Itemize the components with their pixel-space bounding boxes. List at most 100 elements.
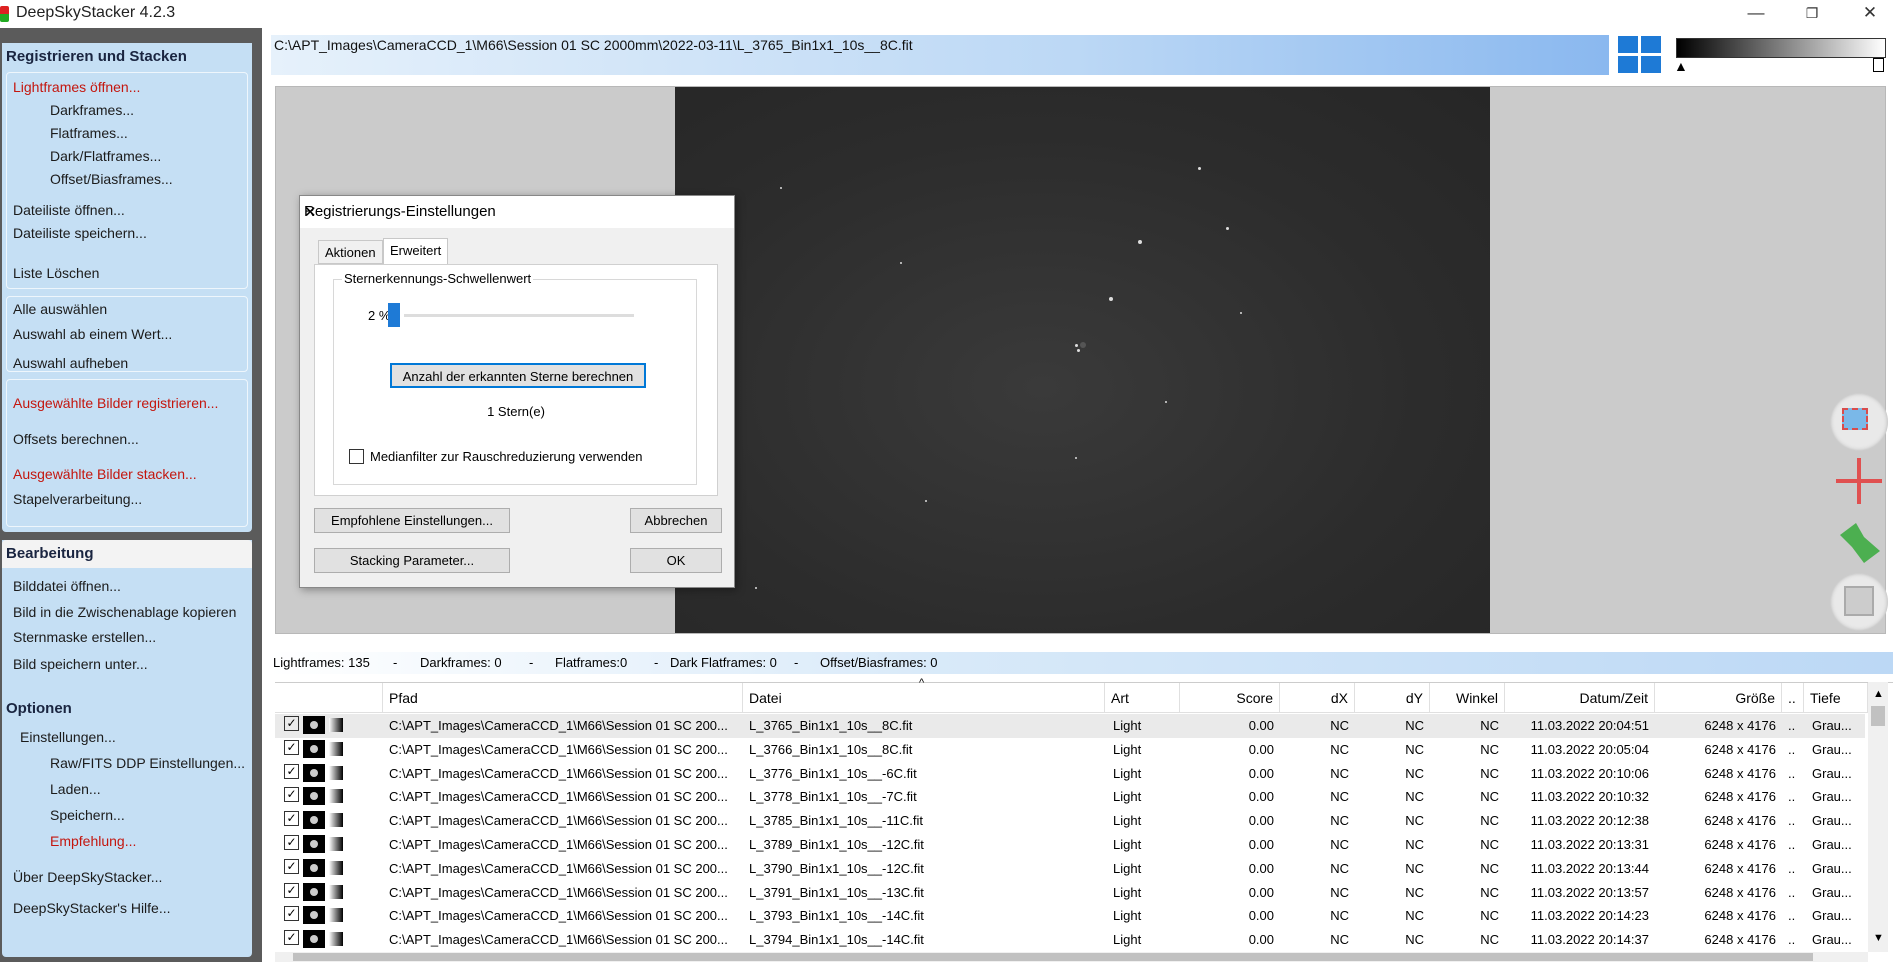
clear-list-link[interactable]: Liste Löschen xyxy=(13,265,99,281)
darkflatframes-link[interactable]: Dark/Flatframes... xyxy=(50,148,161,164)
header-type[interactable]: Art xyxy=(1105,683,1180,713)
ok-button[interactable]: OK xyxy=(630,548,722,573)
cell-angle: NC xyxy=(1480,789,1499,805)
recommended-settings-button[interactable]: Empfohlene Einstellungen... xyxy=(314,508,510,533)
gradient-left-handle-icon[interactable]: ▲ xyxy=(1674,58,1688,74)
gray-depth-icon xyxy=(329,718,343,732)
histogram-gradient-slider[interactable] xyxy=(1676,38,1886,58)
table-row[interactable]: ✓ C:\APT_Images\CameraCCD_1\M66\Session 0… xyxy=(275,738,1865,762)
header-depth[interactable]: Tiefe xyxy=(1804,683,1868,713)
vertical-scrollbar[interactable]: ▲ ▼ xyxy=(1868,682,1888,952)
table-row[interactable]: ✓ C:\APT_Images\CameraCCD_1\M66\Session 0… xyxy=(275,928,1865,952)
header-dx[interactable]: dX xyxy=(1280,683,1355,713)
cell-type: Light xyxy=(1113,884,1142,900)
threshold-slider-thumb[interactable] xyxy=(388,303,400,327)
table-row[interactable]: ✓ C:\APT_Images\CameraCCD_1\M66\Session 0… xyxy=(275,857,1865,881)
row-checkbox[interactable]: ✓ xyxy=(284,930,299,946)
stack-selected-link[interactable]: Ausgewählte Bilder stacken... xyxy=(13,466,197,482)
batch-processing-link[interactable]: Stapelverarbeitung... xyxy=(13,491,142,507)
row-checkbox[interactable]: ✓ xyxy=(284,835,299,850)
frame-thumbnail-icon xyxy=(303,716,325,734)
cell-type: Light xyxy=(1113,789,1142,805)
header-score[interactable]: Score xyxy=(1180,683,1280,713)
cell-type: Light xyxy=(1113,765,1142,781)
about-link[interactable]: Über DeepSkyStacker... xyxy=(13,869,162,885)
raw-fits-settings-link[interactable]: Raw/FITS DDP Einstellungen... xyxy=(50,755,245,771)
cancel-button[interactable]: Abbrechen xyxy=(630,508,722,533)
register-selected-link[interactable]: Ausgewählte Bilder registrieren... xyxy=(13,395,218,411)
stacking-parameters-button[interactable]: Stacking Parameter... xyxy=(314,548,510,573)
restore-button[interactable]: ❐ xyxy=(1789,0,1835,28)
tab-advanced[interactable]: Erweitert xyxy=(383,238,449,266)
cell-file: L_3765_Bin1x1_10s__8C.fit xyxy=(749,718,913,733)
save-filelist-link[interactable]: Dateiliste speichern... xyxy=(13,225,147,241)
app-icon xyxy=(0,6,9,22)
table-row[interactable]: ✓ C:\APT_Images\CameraCCD_1\M66\Session 0… xyxy=(275,809,1865,833)
cell-depth: Grau... xyxy=(1812,741,1852,757)
cell-size: 6248 x 4176 xyxy=(1704,908,1776,924)
row-checkbox[interactable]: ✓ xyxy=(284,882,299,898)
star-mask-link[interactable]: Sternmaske erstellen... xyxy=(13,629,156,645)
darkframes-link[interactable]: Darkframes... xyxy=(50,102,134,118)
star-edit-icon[interactable] xyxy=(1830,452,1888,510)
table-row[interactable]: ✓ C:\APT_Images\CameraCCD_1\M66\Session 0… xyxy=(275,904,1865,928)
close-window-button[interactable]: ✕ xyxy=(1847,0,1893,28)
minimize-button[interactable]: — xyxy=(1733,0,1779,28)
header-datetime[interactable]: Datum/Zeit xyxy=(1505,683,1655,713)
row-checkbox[interactable]: ✓ xyxy=(284,787,299,803)
gradient-right-handle-icon[interactable] xyxy=(1873,58,1884,72)
frame-list-table: Pfad Datei Art Score dX dY Winkel Datum/… xyxy=(275,677,1893,952)
flatframes-link[interactable]: Flatframes... xyxy=(50,125,128,141)
offsetframes-link[interactable]: Offset/Biasframes... xyxy=(50,171,173,187)
table-row[interactable]: ✓ C:\APT_Images\CameraCCD_1\M66\Session 0… xyxy=(275,833,1865,857)
header-angle[interactable]: Winkel xyxy=(1430,683,1505,713)
deselect-link[interactable]: Auswahl aufheben xyxy=(13,355,128,371)
save-image-link[interactable]: Bild speichern unter... xyxy=(13,656,148,672)
close-icon[interactable]: ✕ xyxy=(304,203,724,221)
row-checkbox[interactable]: ✓ xyxy=(284,716,299,731)
comet-edit-icon[interactable] xyxy=(1830,513,1888,571)
cell-dy: NC xyxy=(1405,741,1424,757)
threshold-slider-track[interactable] xyxy=(404,314,634,317)
table-row[interactable]: ✓ C:\APT_Images\CameraCCD_1\M66\Session 0… xyxy=(275,714,1865,738)
load-settings-link[interactable]: Laden... xyxy=(50,781,101,797)
open-image-link[interactable]: Bilddatei öffnen... xyxy=(13,578,121,594)
header-path[interactable]: Pfad xyxy=(383,683,743,713)
median-filter-checkbox[interactable] xyxy=(349,449,364,464)
select-from-value-link[interactable]: Auswahl ab einem Wert... xyxy=(13,326,172,342)
table-row[interactable]: ✓ C:\APT_Images\CameraCCD_1\M66\Session 0… xyxy=(275,785,1865,809)
table-row[interactable]: ✓ C:\APT_Images\CameraCCD_1\M66\Session 0… xyxy=(275,881,1865,905)
header-size[interactable]: Größe xyxy=(1655,683,1782,713)
gray-depth-icon xyxy=(329,860,343,875)
status-separator: - xyxy=(654,655,659,670)
open-lightframes-link[interactable]: Lightframes öffnen... xyxy=(13,79,140,95)
compute-stars-button[interactable]: Anzahl der erkannten Sterne berechnen xyxy=(390,363,646,388)
select-rectangle-icon[interactable] xyxy=(1830,393,1888,451)
tab-actions[interactable]: Aktionen xyxy=(318,240,383,264)
frame-thumbnail-icon xyxy=(303,811,325,830)
table-row[interactable]: ✓ C:\APT_Images\CameraCCD_1\M66\Session 0… xyxy=(275,762,1865,786)
header-dy[interactable]: dY xyxy=(1355,683,1430,713)
row-checkbox[interactable]: ✓ xyxy=(284,906,299,922)
astro-image[interactable] xyxy=(675,87,1490,633)
cell-more: .. xyxy=(1788,813,1796,829)
row-checkbox[interactable]: ✓ xyxy=(284,763,299,779)
copy-clipboard-link[interactable]: Bild in die Zwischenablage kopieren xyxy=(13,604,236,620)
gray-depth-icon xyxy=(329,932,343,947)
save-delta-icon[interactable] xyxy=(1830,573,1888,631)
open-filelist-link[interactable]: Dateiliste öffnen... xyxy=(13,202,125,218)
row-checkbox[interactable]: ✓ xyxy=(284,811,299,827)
cell-type: Light xyxy=(1113,741,1142,757)
settings-link[interactable]: Einstellungen... xyxy=(20,729,116,745)
cell-file: L_3791_Bin1x1_10s__-13C.fit xyxy=(749,884,924,900)
grid-view-icon[interactable] xyxy=(1618,36,1662,74)
row-checkbox[interactable]: ✓ xyxy=(284,858,299,874)
row-checkbox[interactable]: ✓ xyxy=(284,739,299,755)
compute-offsets-link[interactable]: Offsets berechnen... xyxy=(13,431,139,447)
horizontal-scrollbar[interactable] xyxy=(275,952,1868,962)
select-all-link[interactable]: Alle auswählen xyxy=(13,301,107,317)
header-more[interactable]: .. xyxy=(1782,683,1804,713)
save-settings-link[interactable]: Speichern... xyxy=(50,807,125,823)
help-link[interactable]: DeepSkyStacker's Hilfe... xyxy=(13,900,171,916)
recommendation-link[interactable]: Empfehlung... xyxy=(50,833,136,849)
